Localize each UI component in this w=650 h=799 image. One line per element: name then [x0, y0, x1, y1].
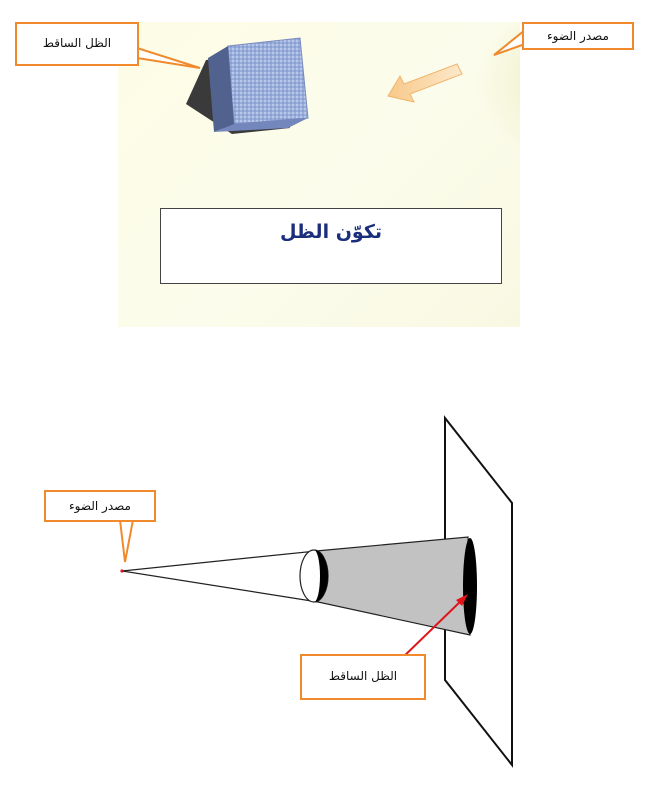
callout-label: الظل الساقط — [328, 669, 398, 683]
callout-label: الظل الساقط — [42, 36, 112, 50]
sphere-object — [299, 549, 329, 603]
callout-light-source-top: مصدر الضوء — [522, 22, 634, 50]
cast-shadow-ellipse — [463, 538, 477, 634]
callout-pointer — [493, 27, 526, 56]
light-cone — [121, 550, 319, 603]
callout-label: مصدر الضوء — [69, 499, 131, 513]
callout-pointer — [118, 519, 135, 563]
callout-cast-shadow-top: الظل الساقط — [15, 22, 139, 66]
callout-light-source-bottom: مصدر الضوء — [44, 490, 156, 522]
shadow-cone — [315, 536, 471, 636]
diagram-title: تكوّن الظل — [279, 221, 383, 243]
callout-cast-shadow-bottom: الظل الساقط — [300, 654, 426, 700]
title-box: تكوّن الظل — [160, 208, 502, 284]
light-direction-arrow — [387, 63, 463, 103]
callout-label: مصدر الضوء — [547, 29, 609, 43]
light-source-point — [120, 569, 124, 573]
cube-object — [208, 37, 309, 132]
